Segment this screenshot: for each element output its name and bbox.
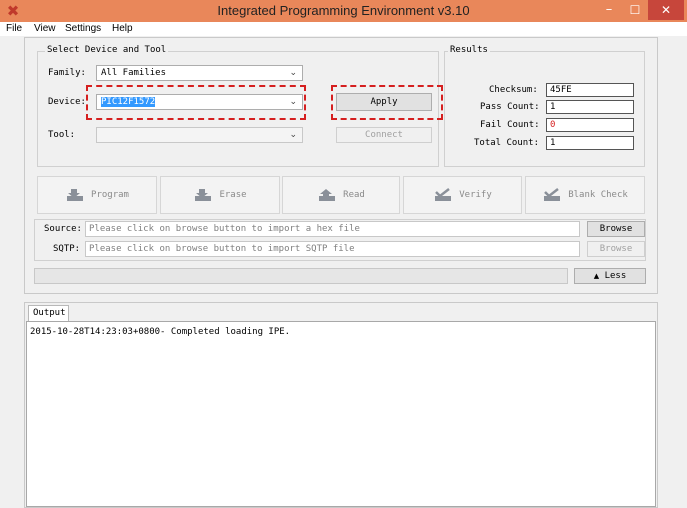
menu-view[interactable]: View: [34, 22, 56, 36]
close-icon[interactable]: ✕: [648, 0, 684, 20]
menu-help[interactable]: Help: [112, 22, 133, 36]
tool-label: Tool:: [48, 130, 76, 140]
less-button[interactable]: ▲ Less: [574, 268, 646, 284]
checksum-value: 45FE: [546, 83, 634, 97]
read-icon: [319, 188, 336, 201]
checksum-label: Checksum:: [489, 85, 538, 95]
chevron-down-icon: ⌄: [289, 130, 297, 140]
read-button[interactable]: Read: [282, 176, 400, 214]
less-label: Less: [604, 271, 627, 281]
connect-button[interactable]: Connect: [336, 127, 432, 143]
fail-count-label: Fail Count:: [480, 120, 540, 130]
verify-label: Verify: [459, 190, 492, 200]
sqtp-field[interactable]: Please click on browse button to import …: [85, 241, 580, 257]
verify-button[interactable]: Verify: [403, 176, 522, 214]
source-field[interactable]: Please click on browse button to import …: [85, 221, 580, 237]
fail-count-value: 0: [546, 118, 634, 132]
progress-bar: [34, 268, 568, 284]
total-count-value: 1: [546, 136, 634, 150]
source-browse-button[interactable]: Browse: [587, 221, 645, 237]
maximize-icon[interactable]: ☐: [622, 0, 648, 20]
blank-check-button[interactable]: Blank Check: [525, 176, 645, 214]
chevron-down-icon: ⌄: [289, 68, 297, 78]
pass-count-label: Pass Count:: [480, 102, 540, 112]
output-log[interactable]: 2015-10-28T14:23:03+0800- Completed load…: [26, 321, 656, 507]
window-title: Integrated Programming Environment v3.10: [217, 3, 470, 18]
menu-file[interactable]: File: [6, 22, 22, 36]
program-button[interactable]: Program: [37, 176, 157, 214]
chevron-down-icon: ⌄: [289, 97, 297, 107]
verify-icon: [435, 187, 452, 201]
blank-check-label: Blank Check: [568, 190, 628, 200]
device-dropdown[interactable]: PIC12F1572 ⌄: [96, 94, 303, 110]
menu-bar: [0, 22, 687, 36]
blank-check-icon: [544, 187, 561, 201]
results-group-title: Results: [448, 45, 490, 55]
collapse-icon: ▲: [593, 272, 600, 280]
erase-label: Erase: [219, 190, 247, 200]
minimize-icon[interactable]: –: [596, 0, 622, 20]
family-value: All Families: [101, 68, 167, 78]
program-label: Program: [91, 190, 129, 200]
read-label: Read: [343, 190, 365, 200]
tab-output[interactable]: Output: [28, 305, 69, 321]
erase-icon: [195, 188, 212, 201]
family-label: Family:: [48, 68, 86, 78]
menu-settings[interactable]: Settings: [65, 22, 101, 36]
log-line: 2015-10-28T14:23:03+0800- Completed load…: [30, 327, 291, 337]
total-count-label: Total Count:: [474, 138, 540, 148]
pass-count-value: 1: [546, 100, 634, 114]
device-label: Device:: [48, 97, 86, 107]
family-dropdown[interactable]: All Families ⌄: [96, 65, 303, 81]
select-device-group-title: Select Device and Tool: [45, 45, 169, 55]
apply-button[interactable]: Apply: [336, 93, 432, 111]
device-value: PIC12F1572: [101, 97, 156, 107]
erase-button[interactable]: Erase: [160, 176, 280, 214]
sqtp-browse-button[interactable]: Browse: [587, 241, 645, 257]
tool-dropdown[interactable]: ⌄: [96, 127, 303, 143]
sqtp-label: SQTP:: [53, 244, 81, 254]
program-icon: [67, 188, 84, 201]
source-label: Source:: [44, 224, 82, 234]
